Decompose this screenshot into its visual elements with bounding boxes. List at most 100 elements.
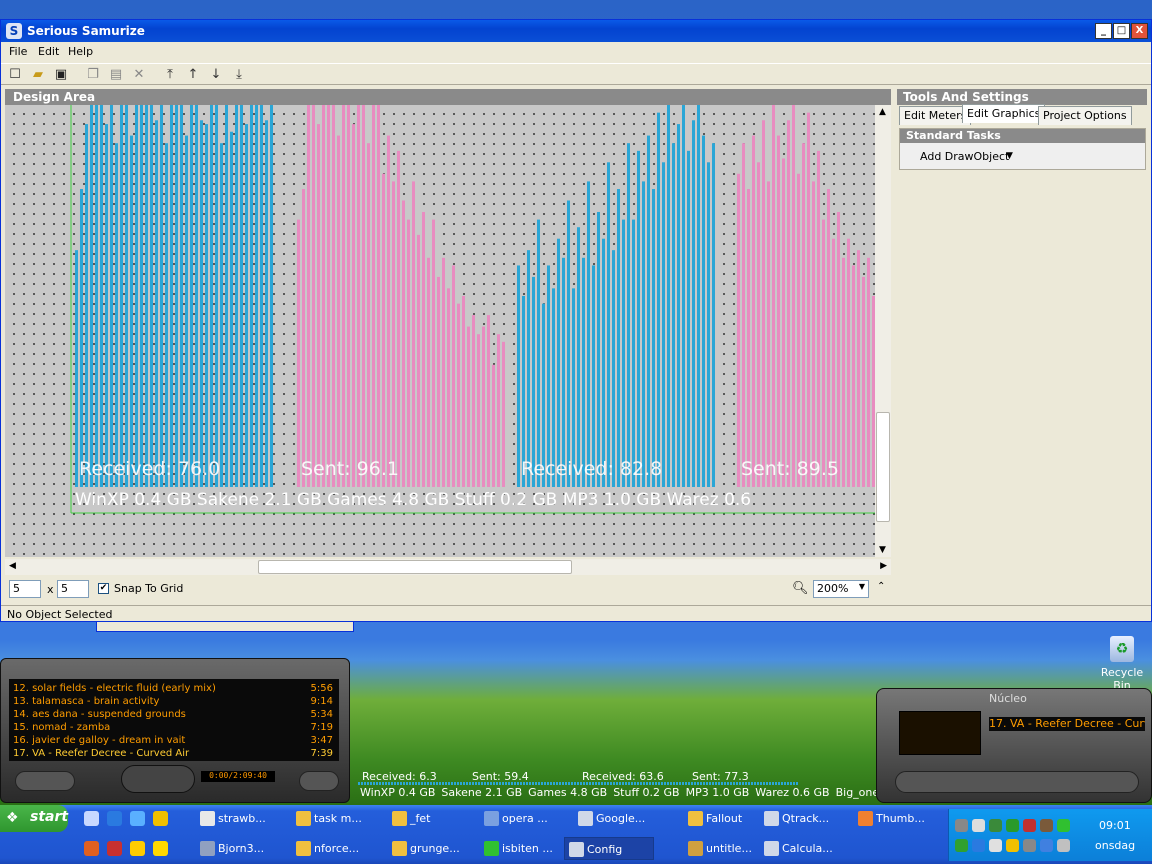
tray-icon[interactable]	[1057, 819, 1070, 832]
menu-edit[interactable]: Edit	[38, 45, 59, 58]
quick-launch-icon[interactable]	[153, 811, 168, 826]
task-button[interactable]: Qtrack...	[760, 807, 848, 830]
chart-bar	[322, 105, 325, 487]
expand-icon[interactable]: ⌃	[877, 581, 885, 592]
tab-edit-graphics[interactable]: Edit Graphics	[962, 104, 1046, 123]
net-drive: MP3 1.0 GB	[685, 786, 750, 799]
tray-icon[interactable]	[1006, 839, 1019, 852]
tray-icon[interactable]	[989, 839, 1002, 852]
zoom-icon[interactable]: 🔍︎	[792, 581, 809, 596]
playlist-item[interactable]: 15. nomad - zamba 7:19	[13, 722, 333, 735]
playlist-item[interactable]: 12. solar fields - electric fluid (early…	[13, 683, 333, 696]
tray-icon[interactable]	[1040, 839, 1053, 852]
track-duration: 9:14	[310, 696, 333, 707]
scroll-down-icon[interactable]: ▼	[879, 545, 886, 555]
design-area-header: Design Area	[5, 89, 891, 105]
copy-icon[interactable]: ❐	[85, 67, 101, 83]
quick-launch-icon[interactable]	[107, 841, 122, 856]
menu-file[interactable]: File	[9, 45, 27, 58]
track-title: 17. VA - Reefer Decree - Curved Air	[13, 748, 190, 759]
volume-knob[interactable]	[299, 771, 339, 791]
move-up-icon[interactable]: ↑	[185, 67, 201, 83]
chart-bar	[382, 173, 385, 487]
task-button[interactable]: _fet	[388, 807, 476, 830]
tray-icon[interactable]	[1023, 819, 1036, 832]
task-label: Calcula...	[782, 842, 833, 855]
quick-launch-icon[interactable]	[107, 811, 122, 826]
tray-icon[interactable]	[1040, 819, 1053, 832]
task-button[interactable]: Fallout	[684, 807, 754, 830]
scroll-left-icon[interactable]: ◀	[9, 561, 16, 571]
playlist-item[interactable]: 13. talamasca - brain activity 9:14	[13, 696, 333, 709]
playlist-item[interactable]: 16. javier de galloy - dream in vait 3:47	[13, 735, 333, 748]
playlist-item[interactable]: 17. VA - Reefer Decree - Curved Air 7:39	[13, 748, 333, 761]
minimize-button[interactable]: _	[1095, 23, 1112, 39]
task-button[interactable]: isbiten ...	[480, 837, 562, 860]
quick-launch-icon[interactable]	[130, 811, 145, 826]
nucleo-controls[interactable]	[895, 771, 1139, 793]
move-down-icon[interactable]: ↓	[208, 67, 224, 83]
task-button[interactable]: Calcula...	[760, 837, 848, 860]
start-button[interactable]: ❖ start	[0, 805, 68, 832]
tab-edit-meters[interactable]: Edit Meters	[899, 106, 972, 125]
tray-icon[interactable]	[955, 819, 968, 832]
add-drawobject-link[interactable]: Add DrawObject	[920, 150, 1009, 163]
chart-bar	[677, 124, 680, 487]
task-button[interactable]: untitle...	[684, 837, 754, 860]
prev-next-buttons[interactable]	[15, 771, 75, 791]
move-top-icon[interactable]: ⤒	[162, 67, 178, 83]
maximize-button[interactable]: □	[1113, 23, 1130, 39]
task-button[interactable]: opera ...	[480, 807, 568, 830]
zoom-select[interactable]: 200% ▼	[813, 580, 869, 598]
title-bar[interactable]: S Serious Samurize _ □ X	[1, 20, 1151, 42]
chart-bar	[140, 105, 143, 487]
snap-checkbox[interactable]: ✔	[98, 583, 109, 594]
chevron-down-icon[interactable]: ▼	[1006, 151, 1013, 161]
scroll-up-icon[interactable]: ▲	[879, 107, 886, 117]
tab-project-options[interactable]: Project Options	[1038, 106, 1132, 125]
recycle-bin[interactable]: ♻ Recycle Bin	[1092, 636, 1152, 692]
horizontal-scroll-thumb[interactable]	[258, 560, 572, 574]
tray-icon[interactable]	[972, 839, 985, 852]
tray-icon[interactable]	[1057, 839, 1070, 852]
chart-bar	[417, 234, 420, 487]
nucleo-brand: Núcleo	[989, 692, 1027, 705]
scroll-right-icon[interactable]: ▶	[880, 561, 887, 571]
vertical-scroll-thumb[interactable]	[876, 412, 890, 522]
new-icon[interactable]: ☐	[7, 67, 23, 83]
design-canvas[interactable]: Received: 76.0 Sent: 96.1 Received: 82.8 Se…	[5, 105, 875, 557]
menu-help[interactable]: Help	[68, 45, 93, 58]
task-button[interactable]: grunge...	[388, 837, 476, 860]
tray-icon[interactable]	[989, 819, 1002, 832]
tray-icon[interactable]	[955, 839, 968, 852]
grid-x-input[interactable]: 5	[9, 580, 41, 598]
delete-icon[interactable]: ✕	[131, 67, 147, 83]
playlist-item[interactable]: 14. aes dana - suspended grounds 5:34	[13, 709, 333, 722]
chart-bar	[467, 326, 470, 487]
task-button[interactable]: Bjorn3...	[196, 837, 286, 860]
tray-icon[interactable]	[1023, 839, 1036, 852]
close-button[interactable]: X	[1131, 23, 1148, 39]
grid-separator: x	[47, 583, 54, 596]
quick-launch-icon[interactable]	[130, 841, 145, 856]
task-button[interactable]: Google...	[574, 807, 678, 830]
quick-launch-icon[interactable]	[153, 841, 168, 856]
tray-icon[interactable]	[1006, 819, 1019, 832]
task-button[interactable]: nforce...	[292, 837, 382, 860]
paste-icon[interactable]: ▤	[108, 67, 124, 83]
task-button[interactable]: Thumb...	[854, 807, 944, 830]
chart-bar	[372, 105, 375, 487]
grid-y-input[interactable]: 5	[57, 580, 89, 598]
task-button[interactable]: strawb...	[196, 807, 286, 830]
open-icon[interactable]: ▰	[30, 67, 46, 83]
quick-launch-icon[interactable]	[84, 841, 99, 856]
tray-icon[interactable]	[972, 819, 985, 832]
task-button[interactable]: task m...	[292, 807, 382, 830]
play-control[interactable]	[121, 765, 195, 793]
quick-launch-icon[interactable]	[84, 811, 99, 826]
save-icon[interactable]: ▣	[53, 67, 69, 83]
status-text: No Object Selected	[7, 608, 113, 621]
task-button[interactable]: Config	[564, 837, 654, 860]
move-bottom-icon[interactable]: ⤓	[231, 67, 247, 83]
net-drive: Stuff 0.2 GB	[613, 786, 680, 799]
